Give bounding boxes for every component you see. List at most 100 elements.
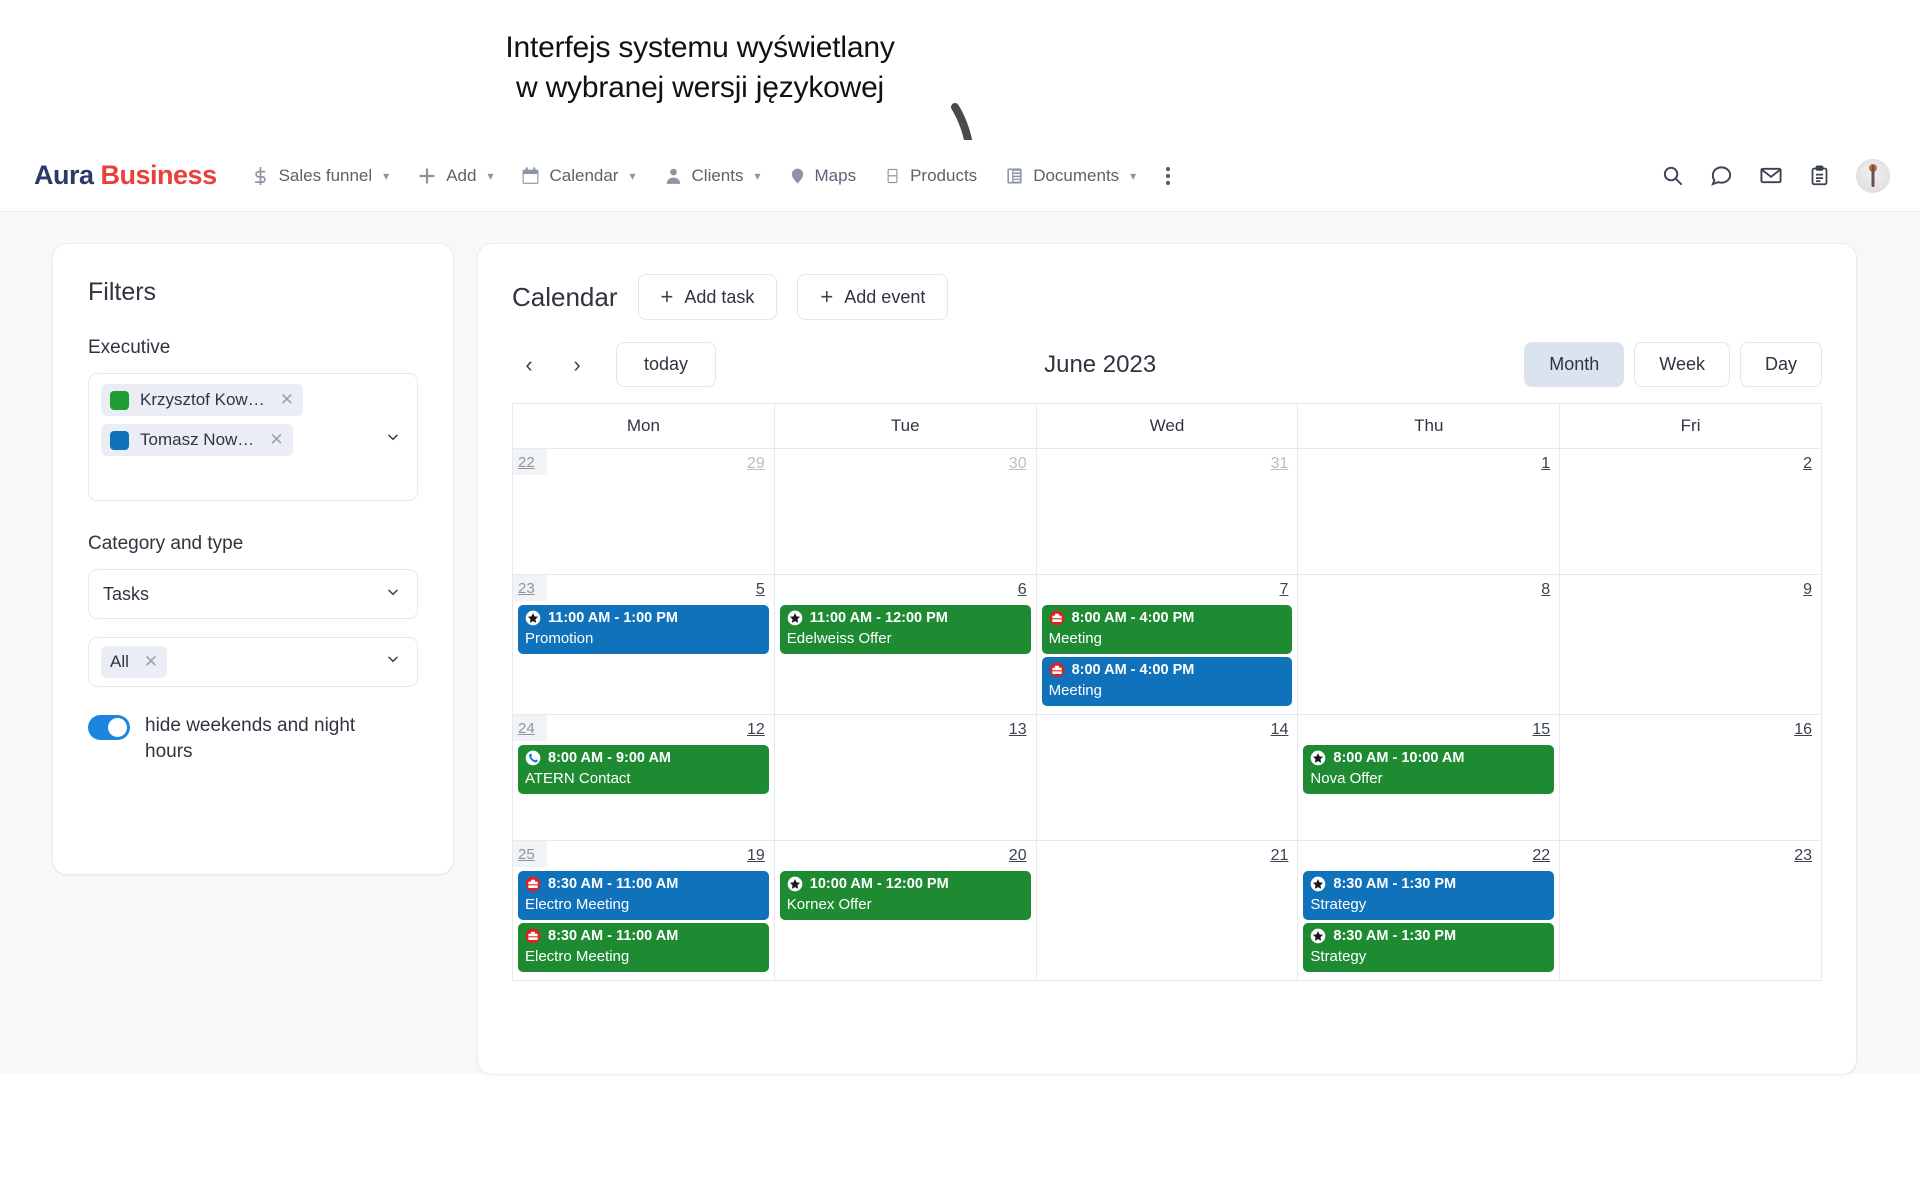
- calendar-event[interactable]: 11:00 AM - 1:00 PM Promotion: [518, 605, 769, 654]
- close-icon[interactable]: ✕: [144, 652, 158, 672]
- day-number[interactable]: 1: [1303, 453, 1554, 479]
- day-number[interactable]: 12: [518, 719, 769, 745]
- app-logo[interactable]: Aura Business: [34, 160, 217, 191]
- calendar-event[interactable]: 8:30 AM - 1:30 PM Strategy: [1303, 871, 1555, 920]
- day-number[interactable]: 20: [780, 845, 1031, 871]
- chevron-down-icon[interactable]: [383, 585, 403, 604]
- day-number[interactable]: 16: [1565, 719, 1816, 745]
- calendar-day-cell[interactable]: 31: [1037, 449, 1299, 574]
- hide-weekends-label: hide weekends and night hours: [145, 715, 356, 762]
- event-time-row: 8:30 AM - 11:00 AM: [525, 876, 762, 892]
- calendar-day-cell[interactable]: 22 8:30 AM - 1:30 PM Strategy 8:30 AM - 1:3…: [1298, 841, 1561, 980]
- nav-item-maps[interactable]: Maps: [775, 158, 871, 194]
- day-number[interactable]: 2: [1565, 453, 1816, 479]
- day-number[interactable]: 6: [780, 579, 1031, 605]
- event-time: 8:00 AM - 4:00 PM: [1071, 610, 1195, 626]
- calendar-day-cell[interactable]: 23: [1560, 841, 1821, 980]
- chevron-down-icon: ▾: [487, 168, 494, 183]
- view-button-month[interactable]: Month: [1524, 342, 1625, 387]
- calendar-day-cell[interactable]: 6 11:00 AM - 12:00 PM Edelweiss Offer: [775, 575, 1037, 714]
- mail-icon[interactable]: [1759, 164, 1783, 187]
- event-title: Strategy: [1310, 896, 1367, 913]
- nav-item-label: Clients: [691, 165, 744, 185]
- event-time: 8:00 AM - 10:00 AM: [1333, 750, 1465, 766]
- day-number[interactable]: 30: [780, 453, 1031, 479]
- view-button-week[interactable]: Week: [1634, 342, 1730, 387]
- calendar-day-cell[interactable]: 12 8:00 AM - 9:00 AM ATERN Contact: [513, 715, 775, 840]
- nav-item-products[interactable]: Products: [870, 158, 991, 194]
- category-type-value: Tasks: [103, 583, 150, 604]
- kebab-menu-icon[interactable]: [1150, 157, 1186, 195]
- day-number[interactable]: 29: [518, 453, 769, 479]
- day-number[interactable]: 14: [1042, 719, 1293, 745]
- briefcase-icon: [1049, 662, 1064, 678]
- chevron-down-icon[interactable]: [383, 652, 403, 671]
- day-number[interactable]: 21: [1042, 845, 1293, 871]
- prev-period-button[interactable]: ‹: [512, 348, 546, 382]
- briefcase-icon: [525, 928, 541, 944]
- calendar-day-cell[interactable]: 1: [1298, 449, 1561, 574]
- day-number[interactable]: 5: [518, 579, 769, 605]
- calendar-event[interactable]: 8:30 AM - 1:30 PM Strategy: [1303, 923, 1555, 972]
- executive-chip[interactable]: Krzysztof Kow… ✕: [101, 384, 303, 416]
- calendar-day-cell[interactable]: 2: [1560, 449, 1821, 574]
- day-number[interactable]: 15: [1303, 719, 1554, 745]
- category-scope-select[interactable]: All ✕: [88, 637, 418, 687]
- calendar-event[interactable]: 11:00 AM - 12:00 PM Edelweiss Offer: [779, 605, 1031, 654]
- day-number[interactable]: 22: [1303, 845, 1554, 871]
- day-number[interactable]: 7: [1042, 579, 1293, 605]
- close-icon[interactable]: ✕: [269, 430, 283, 450]
- add-event-button[interactable]: + Add event: [797, 274, 949, 320]
- calendar-day-cell[interactable]: 13: [775, 715, 1037, 840]
- calendar-day-cell[interactable]: 29: [513, 449, 775, 574]
- calendar-event[interactable]: 8:00 AM - 9:00 AM ATERN Contact: [518, 745, 769, 794]
- view-button-day[interactable]: Day: [1739, 342, 1822, 387]
- day-number[interactable]: 19: [518, 845, 769, 871]
- category-type-select[interactable]: Tasks: [88, 569, 418, 619]
- calendar-day-cell[interactable]: 30: [775, 449, 1037, 574]
- day-number[interactable]: 9: [1565, 579, 1816, 605]
- day-number[interactable]: 31: [1042, 453, 1293, 479]
- calendar-day-cell[interactable]: 9: [1560, 575, 1821, 714]
- clipboard-icon[interactable]: [1809, 164, 1830, 187]
- calendar-day-cell[interactable]: 16: [1560, 715, 1821, 840]
- avatar[interactable]: [1856, 158, 1890, 193]
- nav-item-calendar[interactable]: Calendar ▾: [507, 158, 649, 194]
- calendar-event[interactable]: 8:00 AM - 4:00 PM Meeting: [1041, 605, 1293, 654]
- calendar-day-cell[interactable]: 5 11:00 AM - 1:00 PM Promotion: [513, 575, 775, 714]
- product-box-icon: [884, 166, 901, 186]
- nav-item-add[interactable]: Add ▾: [403, 158, 507, 194]
- color-swatch-icon: [110, 390, 129, 410]
- calendar-event[interactable]: 8:00 AM - 10:00 AM Nova Offer: [1303, 745, 1555, 794]
- calendar-day-cell[interactable]: 21: [1037, 841, 1299, 980]
- executive-chip[interactable]: Tomasz Now… ✕: [101, 424, 293, 456]
- chevron-down-icon[interactable]: [383, 430, 403, 449]
- calendar-day-cell[interactable]: 20 10:00 AM - 12:00 PM Kornex Offer: [775, 841, 1037, 980]
- executive-multiselect[interactable]: Krzysztof Kow… ✕ Tomasz Now… ✕: [88, 373, 418, 501]
- day-number[interactable]: 8: [1303, 579, 1554, 605]
- add-task-button[interactable]: + Add task: [637, 274, 778, 320]
- nav-right-actions: [1661, 158, 1890, 193]
- next-period-button[interactable]: ›: [560, 348, 594, 382]
- calendar-day-cell[interactable]: 8: [1298, 575, 1561, 714]
- close-icon[interactable]: ✕: [280, 390, 294, 410]
- calendar-event[interactable]: 10:00 AM - 12:00 PM Kornex Offer: [779, 871, 1031, 920]
- day-number[interactable]: 23: [1565, 845, 1816, 871]
- hide-weekends-toggle[interactable]: [88, 715, 130, 740]
- calendar-day-cell[interactable]: 7 8:00 AM - 4:00 PM Meeting 8:00 AM - 4:00 …: [1037, 575, 1299, 714]
- scope-chip[interactable]: All ✕: [101, 646, 168, 678]
- nav-item-sales-funnel[interactable]: Sales funnel ▾: [237, 158, 404, 194]
- calendar-day-cell[interactable]: 15 8:00 AM - 10:00 AM Nova Offer: [1298, 715, 1561, 840]
- dollar-icon: [251, 166, 270, 186]
- calendar-event[interactable]: 8:00 AM - 4:00 PM Meeting: [1041, 657, 1293, 706]
- weekday-header-fri: Fri: [1680, 416, 1701, 435]
- nav-item-documents[interactable]: Documents ▾: [991, 158, 1150, 194]
- calendar-event[interactable]: 8:30 AM - 11:00 AM Electro Meeting: [518, 871, 769, 920]
- search-icon[interactable]: [1661, 164, 1684, 187]
- chat-icon[interactable]: [1710, 164, 1733, 187]
- calendar-day-cell[interactable]: 14: [1037, 715, 1299, 840]
- calendar-day-cell[interactable]: 19 8:30 AM - 11:00 AM Electro Meeting 8:30 …: [513, 841, 775, 980]
- calendar-event[interactable]: 8:30 AM - 11:00 AM Electro Meeting: [518, 923, 769, 972]
- nav-item-clients[interactable]: Clients ▾: [650, 158, 775, 194]
- day-number[interactable]: 13: [780, 719, 1031, 745]
